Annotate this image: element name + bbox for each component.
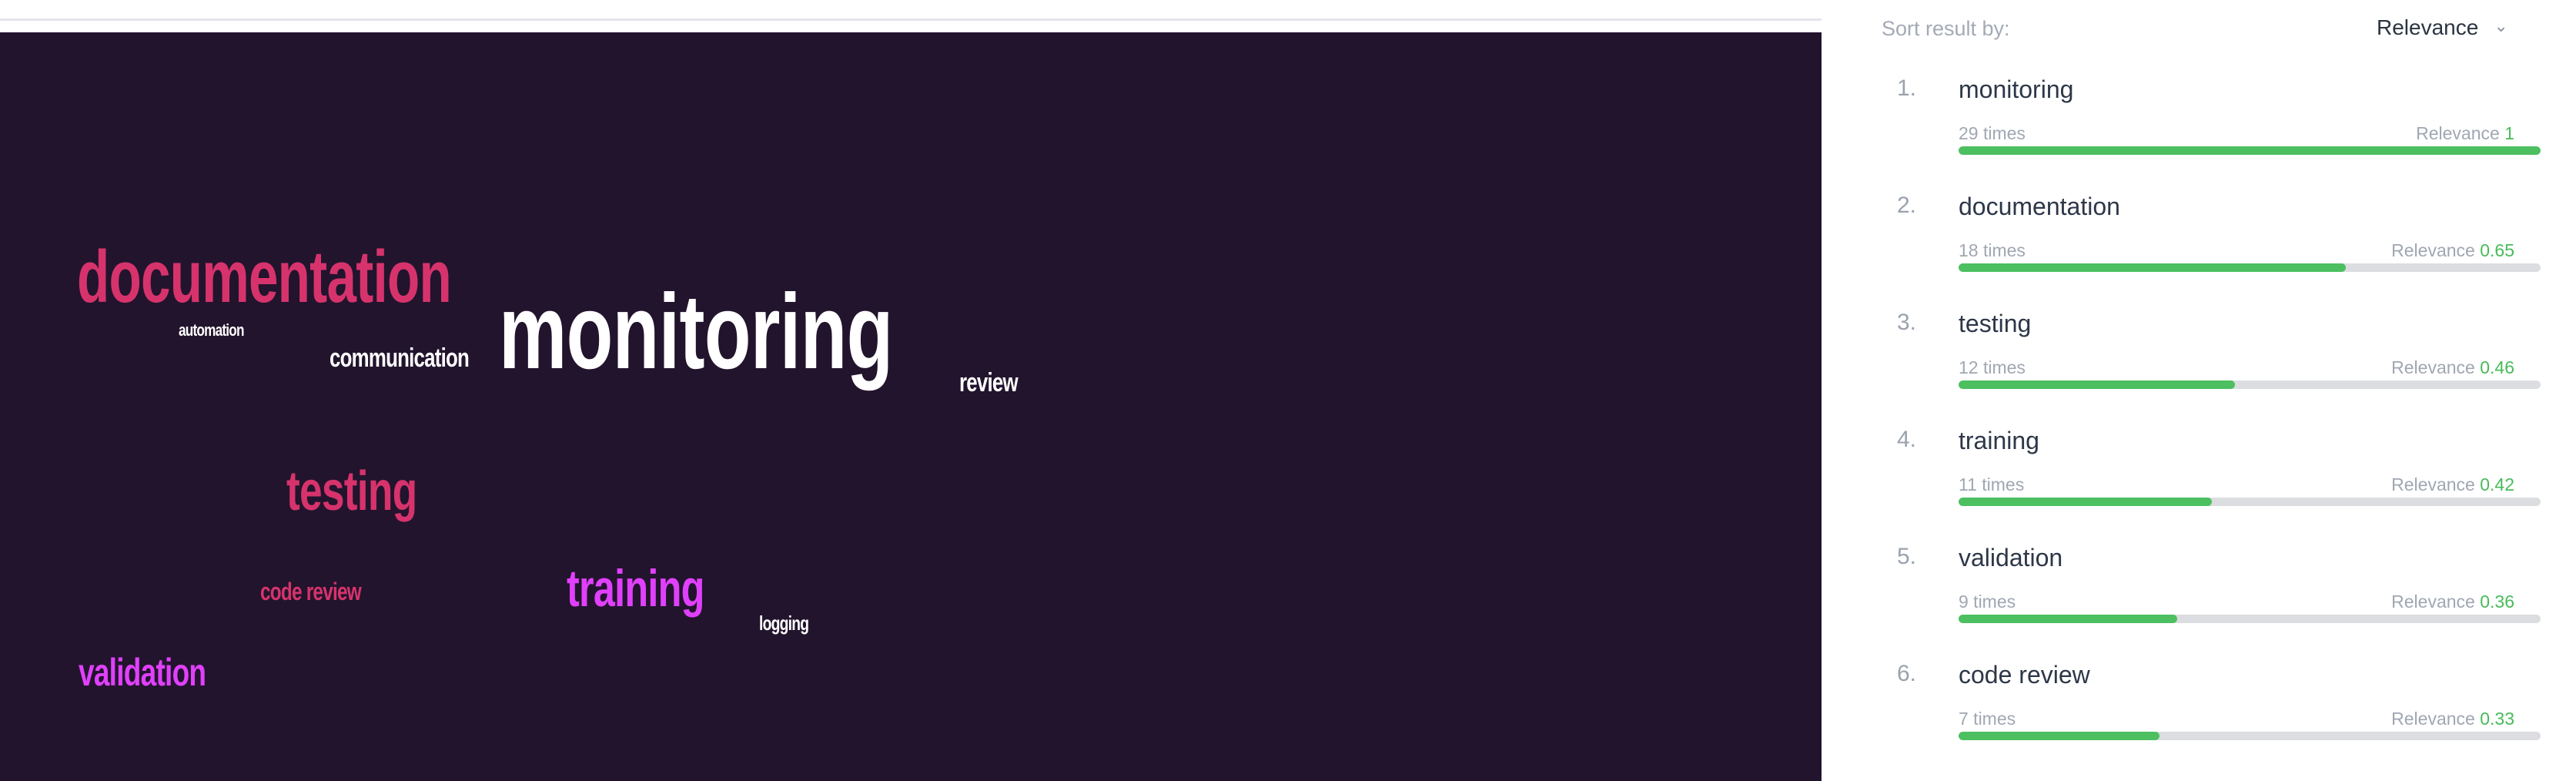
result-name: validation bbox=[1959, 544, 2063, 572]
result-index: 1. bbox=[1897, 75, 1917, 101]
result-index: 3. bbox=[1897, 310, 1917, 335]
relevance-label: Relevance bbox=[2391, 592, 2475, 612]
result-index: 5. bbox=[1897, 544, 1917, 569]
result-index: 6. bbox=[1897, 661, 1917, 686]
relevance-value: 0.46 bbox=[2480, 357, 2514, 377]
relevance-bar bbox=[1959, 732, 2541, 740]
result-relevance: Relevance 1 bbox=[2416, 123, 2514, 144]
relevance-value: 1 bbox=[2504, 123, 2514, 143]
result-item[interactable]: 2. documentation 18 times Relevance 0.65 bbox=[1822, 193, 2576, 300]
result-count: 9 times bbox=[1959, 592, 2016, 612]
result-item[interactable]: 4. training 11 times Relevance 0.42 bbox=[1822, 427, 2576, 535]
result-index: 2. bbox=[1897, 193, 1917, 218]
relevance-bar-fill bbox=[1959, 146, 2541, 155]
result-name: training bbox=[1959, 427, 2039, 454]
sort-label: Sort result by: bbox=[1882, 17, 2010, 40]
relevance-bar-fill bbox=[1959, 263, 2346, 272]
relevance-bar bbox=[1959, 498, 2541, 506]
result-relevance: Relevance 0.36 bbox=[2391, 592, 2514, 612]
cloud-word-code-review[interactable]: code review bbox=[260, 579, 362, 604]
relevance-value: 0.33 bbox=[2480, 709, 2514, 729]
cloud-word-training[interactable]: training bbox=[567, 562, 704, 615]
relevance-bar-fill bbox=[1959, 498, 2212, 506]
result-count: 18 times bbox=[1959, 240, 2026, 260]
sort-selected-value: Relevance bbox=[2377, 15, 2479, 39]
result-count: 12 times bbox=[1959, 357, 2026, 377]
sort-select[interactable]: Relevance ⌄ bbox=[2363, 12, 2522, 43]
relevance-bar bbox=[1959, 146, 2541, 155]
result-name: documentation bbox=[1959, 193, 2120, 220]
relevance-label: Relevance bbox=[2391, 357, 2475, 377]
cloud-word-automation[interactable]: automation bbox=[179, 322, 244, 339]
relevance-bar bbox=[1959, 615, 2541, 623]
relevance-bar-fill bbox=[1959, 732, 2159, 740]
relevance-label: Relevance bbox=[2416, 123, 2500, 143]
result-relevance: Relevance 0.46 bbox=[2391, 357, 2514, 378]
relevance-bar bbox=[1959, 380, 2541, 389]
result-relevance: Relevance 0.42 bbox=[2391, 474, 2514, 495]
cloud-word-validation[interactable]: validation bbox=[79, 653, 206, 692]
result-count: 29 times bbox=[1959, 123, 2026, 143]
chevron-down-icon: ⌄ bbox=[2494, 16, 2508, 35]
results-panel: Sort result by: Relevance ⌄ 1. monitorin… bbox=[1822, 0, 2576, 781]
relevance-bar bbox=[1959, 263, 2541, 272]
result-relevance: Relevance 0.33 bbox=[2391, 709, 2514, 729]
result-count: 11 times bbox=[1959, 474, 2025, 494]
cloud-word-communication[interactable]: communication bbox=[330, 345, 470, 371]
result-index: 4. bbox=[1897, 427, 1917, 452]
relevance-bar-fill bbox=[1959, 380, 2236, 389]
word-cloud-panel: documentation automation communication m… bbox=[0, 32, 1822, 781]
cloud-word-monitoring[interactable]: monitoring bbox=[499, 279, 893, 385]
relevance-label: Relevance bbox=[2391, 240, 2475, 260]
result-name: code review bbox=[1959, 661, 2090, 689]
cloud-word-review[interactable]: review bbox=[959, 370, 1019, 396]
relevance-bar-fill bbox=[1959, 615, 2177, 623]
result-item[interactable]: 3. testing 12 times Relevance 0.46 bbox=[1822, 310, 2576, 417]
relevance-label: Relevance bbox=[2391, 474, 2475, 494]
relevance-label: Relevance bbox=[2391, 709, 2475, 729]
result-relevance: Relevance 0.65 bbox=[2391, 240, 2514, 261]
result-item[interactable]: 1. monitoring 29 times Relevance 1 bbox=[1822, 75, 2576, 183]
cloud-word-documentation[interactable]: documentation bbox=[77, 240, 452, 314]
cloud-word-logging[interactable]: logging bbox=[759, 613, 809, 633]
result-name: testing bbox=[1959, 310, 2032, 337]
result-name: monitoring bbox=[1959, 75, 2074, 103]
cloud-word-testing[interactable]: testing bbox=[286, 464, 417, 519]
result-item[interactable]: 6. code review 7 times Relevance 0.33 bbox=[1822, 661, 2576, 769]
relevance-value: 0.36 bbox=[2480, 592, 2514, 612]
result-count: 7 times bbox=[1959, 709, 2016, 729]
relevance-value: 0.42 bbox=[2480, 474, 2514, 494]
result-item[interactable]: 5. validation 9 times Relevance 0.36 bbox=[1822, 544, 2576, 652]
relevance-value: 0.65 bbox=[2480, 240, 2514, 260]
